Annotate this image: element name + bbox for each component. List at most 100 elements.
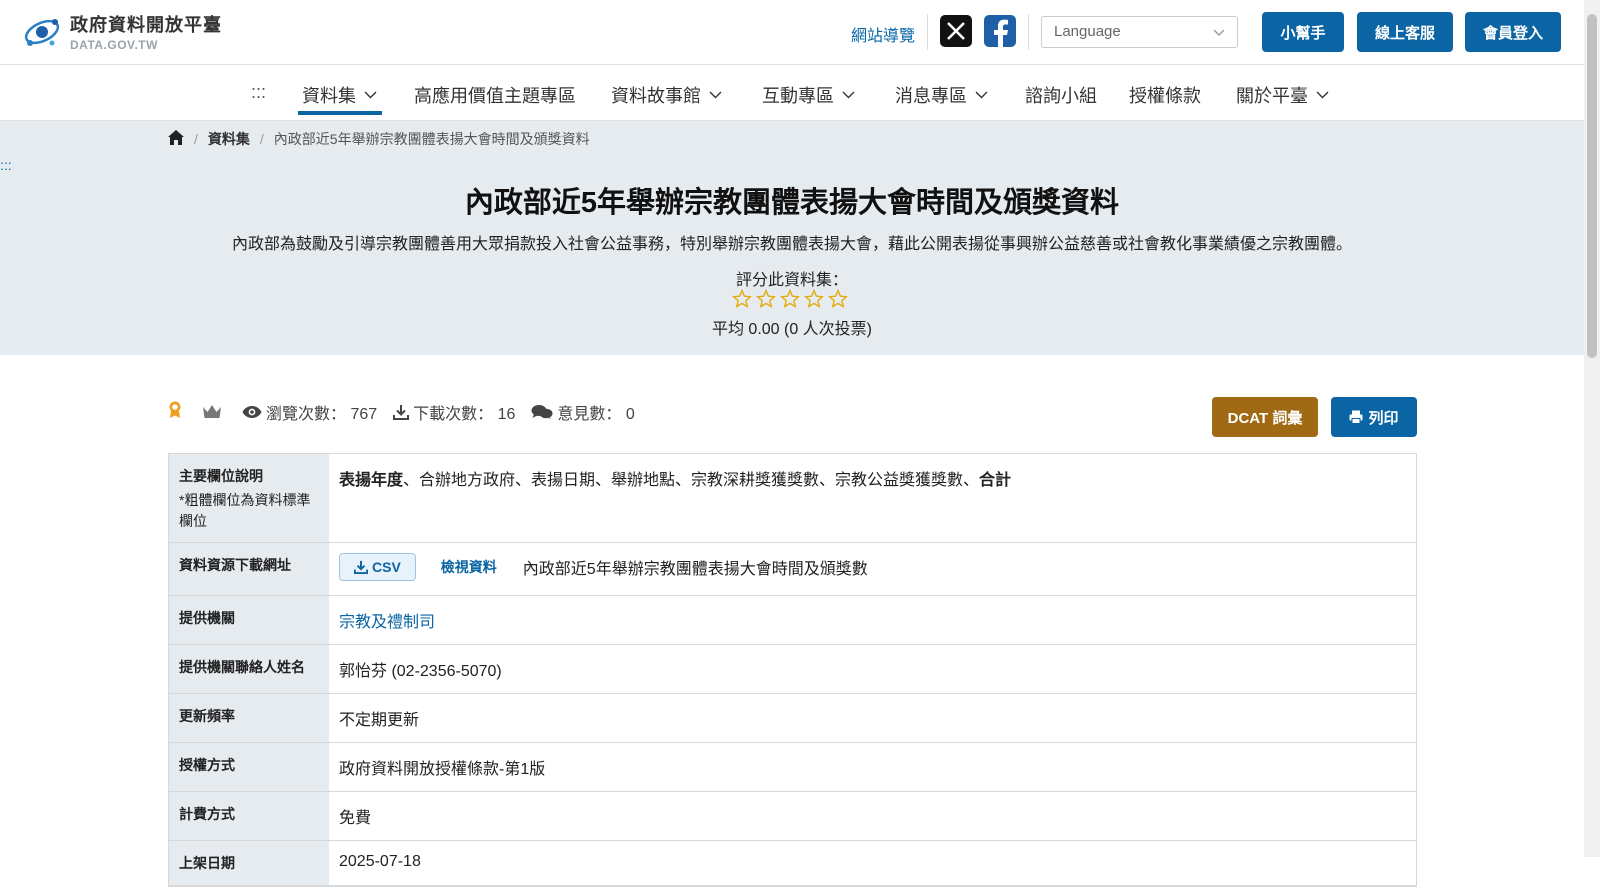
table-row: 授權方式 政府資料開放授權條款-第1版 <box>169 743 1416 792</box>
logo-icon <box>22 10 64 52</box>
dataset-description: 內政部為鼓勵及引導宗教團體善用大眾捐款投入社會公益事務，特別舉辦宗教團體表揚大會… <box>231 236 1352 253</box>
comment-count-text: 意見數： 0 <box>557 406 635 423</box>
logo-title: 政府資料開放平臺 <box>70 14 222 35</box>
table-row: 提供機關聯絡人姓名 郭怡芬 (02-2356-5070) <box>169 645 1416 694</box>
scrollbar-thumb[interactable] <box>1587 14 1597 358</box>
chevron-down-icon <box>1213 25 1225 42</box>
star-icon[interactable] <box>804 289 824 309</box>
table-row: 資料資源下載網址 CSV 檢視資料 內政部近5年舉辦宗教團體表揚大會時間及頒獎數 <box>169 543 1416 596</box>
star-icon[interactable] <box>732 289 752 309</box>
nav-item-interactive[interactable]: 互動專區 <box>762 82 855 108</box>
breadcrumb: / 資料集 / 內政部近5年舉辦宗教團體表揚大會時間及頒獎資料 <box>168 129 590 149</box>
nav-item-label: 關於平臺 <box>1236 86 1308 106</box>
language-select-value: Language <box>1054 23 1121 40</box>
nav-item-high-value[interactable]: 高應用價值主題專區 <box>414 82 576 108</box>
nav-item-data-stories[interactable]: 資料故事館 <box>611 82 722 108</box>
dataset-info-table: 主要欄位說明 *粗體欄位為資料標準欄位 表揚年度 、合辦地方政府、表揚日期、舉辦地… <box>168 453 1417 887</box>
nav-item-datasets[interactable]: 資料集 <box>302 82 377 108</box>
breadcrumb-separator: / <box>259 131 264 147</box>
chevron-down-icon <box>709 85 722 106</box>
language-select[interactable]: Language <box>1041 16 1238 48</box>
provider-link[interactable]: 宗教及禮制司 <box>339 608 435 632</box>
comment-count: 意見數： 0 <box>531 400 635 424</box>
page-title: 內政部近5年舉辦宗教團體表揚大會時間及頒獎資料 <box>464 187 1120 219</box>
table-row: 更新頻率 不定期更新 <box>169 694 1416 743</box>
home-icon[interactable] <box>168 130 184 148</box>
rating-stars <box>732 289 848 309</box>
dataset-stats: 瀏覽次數： 767 下載次數： 16 意見數： 0 <box>168 400 635 424</box>
nav-item-label: 授權條款 <box>1129 86 1201 106</box>
csv-label: CSV <box>372 559 401 575</box>
breadcrumb-separator: / <box>194 131 198 147</box>
online-support-button[interactable]: 線上客服 <box>1357 12 1453 52</box>
nav-item-label: 資料故事館 <box>611 86 701 106</box>
table-row: 提供機關 宗教及禮制司 <box>169 596 1416 645</box>
field-standard: 表揚年度 <box>339 472 404 489</box>
resource-label: 資料資源下載網址 <box>169 543 329 595</box>
dataset-hero: / 資料集 / 內政部近5年舉辦宗教團體表揚大會時間及頒獎資料 ::: 內政部近… <box>0 121 1584 355</box>
fields-value: 表揚年度 、合辦地方政府、表揚日期、舉辦地點、宗教深耕獎獲獎數、宗教公益獎獲獎數、… <box>329 454 1416 542</box>
breadcrumb-datasets[interactable]: 資料集 <box>208 129 250 149</box>
star-icon[interactable] <box>756 289 776 309</box>
table-row: 計費方式 免費 <box>169 792 1416 841</box>
logo-subtitle: DATA.GOV.TW <box>70 37 158 52</box>
print-icon <box>1349 410 1363 424</box>
breadcrumb-current: 內政部近5年舉辦宗教團體表揚大會時間及頒獎資料 <box>273 131 590 147</box>
star-icon[interactable] <box>828 289 848 309</box>
dcat-vocabulary-button[interactable]: DCAT 詞彙 <box>1212 397 1318 437</box>
print-button[interactable]: 列印 <box>1331 397 1417 437</box>
site-header: 政府資料開放平臺 DATA.GOV.TW 網站導覽 Language 小幫手 線… <box>0 0 1584 65</box>
rating-average: 平均 0.00 (0 人次投票) <box>711 321 873 338</box>
award-icon <box>168 401 186 424</box>
site-logo[interactable]: 政府資料開放平臺 DATA.GOV.TW <box>22 10 222 52</box>
license-label: 授權方式 <box>169 743 329 791</box>
sitemap-link[interactable]: 網站導覽 <box>851 22 915 46</box>
view-data-link[interactable]: 檢視資料 <box>441 557 497 577</box>
helper-button[interactable]: 小幫手 <box>1262 12 1344 52</box>
download-icon <box>393 405 410 420</box>
fee-value: 免費 <box>339 810 372 827</box>
download-count-text: 下載次數： 16 <box>413 406 516 423</box>
field-standard: 合計 <box>979 472 1012 489</box>
resource-value: CSV 檢視資料 內政部近5年舉辦宗教團體表揚大會時間及頒獎數 <box>329 543 1416 595</box>
contact-label: 提供機關聯絡人姓名 <box>169 645 329 693</box>
date-value: 2025-07-18 <box>339 853 421 870</box>
crown-icon <box>202 404 226 420</box>
frequency-value: 不定期更新 <box>339 712 420 729</box>
facebook-icon[interactable] <box>984 15 1016 47</box>
nav-active-indicator <box>298 111 382 115</box>
nav-item-advisory[interactable]: 諮詢小組 <box>1025 82 1097 108</box>
x-twitter-icon[interactable] <box>940 15 972 47</box>
nav-accesskey[interactable]: ::: <box>251 82 266 103</box>
nav-item-about[interactable]: 關於平臺 <box>1236 82 1329 108</box>
chevron-down-icon <box>1316 85 1329 106</box>
chevron-down-icon <box>975 85 988 106</box>
fields-label: 主要欄位說明 <box>179 468 263 484</box>
download-count: 下載次數： 16 <box>393 400 515 424</box>
chevron-down-icon <box>364 85 377 106</box>
nav-item-license[interactable]: 授權條款 <box>1129 82 1201 108</box>
view-count-text: 瀏覽次數： 767 <box>266 406 378 423</box>
nav-item-news[interactable]: 消息專區 <box>895 82 988 108</box>
csv-download-button[interactable]: CSV <box>339 553 416 581</box>
frequency-label: 更新頻率 <box>169 694 329 742</box>
content-accesskey[interactable]: ::: <box>0 157 12 173</box>
contact-value: 郭怡芬 (02-2356-5070) <box>339 663 502 680</box>
main-nav: ::: 資料集 高應用價值主題專區 資料故事館 互動專區 消息專區 諮詢小組 授… <box>0 65 1584 121</box>
date-label: 上架日期 <box>169 841 329 885</box>
provider-label: 提供機關 <box>169 596 329 644</box>
member-login-button[interactable]: 會員登入 <box>1465 12 1561 52</box>
nav-item-label: 消息專區 <box>895 86 967 106</box>
comments-icon <box>531 405 553 420</box>
rating-label: 評分此資料集： <box>735 272 848 289</box>
nav-item-label: 互動專區 <box>762 86 834 106</box>
field-list: 、合辦地方政府、表揚日期、舉辦地點、宗教深耕獎獲獎數、宗教公益獎獲獎數、 <box>403 472 980 489</box>
resource-name: 內政部近5年舉辦宗教團體表揚大會時間及頒獎數 <box>522 561 868 578</box>
table-row: 主要欄位說明 *粗體欄位為資料標準欄位 表揚年度 、合辦地方政府、表揚日期、舉辦地… <box>169 454 1416 543</box>
nav-item-label: 諮詢小組 <box>1025 86 1097 106</box>
star-icon[interactable] <box>780 289 800 309</box>
table-row: 上架日期 2025-07-18 <box>169 841 1416 886</box>
eye-icon <box>242 406 262 418</box>
page-scrollbar[interactable] <box>1584 0 1600 857</box>
download-icon <box>354 560 368 574</box>
